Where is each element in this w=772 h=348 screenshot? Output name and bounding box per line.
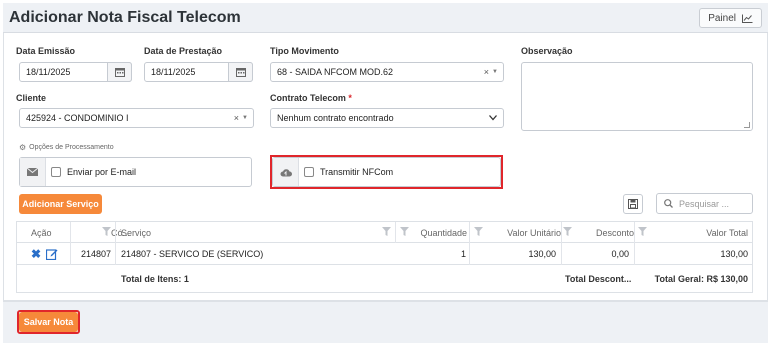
filter-icon[interactable] (382, 227, 391, 236)
data-prestacao-input[interactable]: 18/11/2025 (144, 62, 253, 82)
total-desconto: Total Descont... (565, 273, 632, 284)
grid-header: Ação Có... Serviço Quantidade Valor Unit… (17, 222, 752, 243)
options-title: ⚙ Opções de Processamento (19, 143, 114, 152)
column-separator (469, 243, 470, 265)
export-button[interactable] (623, 194, 643, 214)
edit-icon[interactable] (46, 248, 58, 260)
enviar-email-checkbox[interactable] (51, 167, 61, 177)
title-bar: Adicionar Nota Fiscal Telecom Painel (3, 3, 768, 33)
filter-icon[interactable] (474, 227, 483, 236)
data-prestacao-value: 18/11/2025 (151, 67, 196, 77)
contrato-label: Contrato Telecom * (270, 93, 352, 103)
tipo-movimento-label: Tipo Movimento (270, 46, 339, 56)
contrato-label-text: Contrato Telecom (270, 93, 346, 103)
column-valor-total[interactable]: Valor Total (706, 222, 748, 243)
envelope-icon (20, 158, 46, 186)
calendar-icon[interactable] (107, 62, 132, 82)
contrato-select[interactable]: Nenhum contrato encontrado (270, 108, 504, 128)
save-highlight (17, 310, 80, 334)
calendar-icon[interactable] (228, 62, 253, 82)
chevron-down-icon: ▼ (492, 69, 498, 75)
column-separator (561, 222, 562, 243)
total-geral: Total Geral: R$ 130,00 (654, 273, 748, 284)
cliente-label: Cliente (16, 93, 47, 103)
chevron-down-icon: ▼ (242, 115, 248, 121)
filter-icon[interactable] (400, 227, 409, 236)
column-separator (70, 243, 71, 265)
clear-icon[interactable]: × (484, 67, 489, 77)
column-separator (395, 222, 396, 243)
data-emissao-label: Data Emissão (16, 46, 76, 56)
add-service-button[interactable]: Adicionar Serviço (19, 194, 102, 214)
cell-servico: 214807 - SERVICO DE (SERVICO) (121, 249, 264, 259)
chevron-down-icon (489, 115, 497, 121)
column-separator (70, 222, 71, 243)
column-valor-unitario[interactable]: Valor Unitário (507, 222, 561, 243)
data-emissao-input[interactable]: 18/11/2025 (19, 62, 132, 82)
table-row[interactable]: ✖ 214807 214807 - SERVICO DE (SERVICO) 1… (17, 243, 752, 265)
column-desconto[interactable]: Desconto (596, 222, 634, 243)
line-chart-icon (742, 14, 753, 23)
painel-button[interactable]: Painel (699, 8, 762, 28)
page-title: Adicionar Nota Fiscal Telecom (9, 9, 241, 26)
cliente-select[interactable]: 425924 - CONDOMINIO I × ▼ (19, 108, 254, 128)
options-title-text: Opções de Processamento (29, 144, 114, 151)
footer-bar: Salvar Nota (3, 301, 768, 343)
tipo-movimento-value: 68 - SAIDA NFCOM MOD.62 (277, 67, 394, 77)
gear-icon: ⚙ (19, 143, 27, 152)
enviar-email-option[interactable]: Enviar por E-mail (19, 157, 252, 187)
observacao-textarea[interactable] (521, 62, 753, 131)
column-separator (561, 243, 562, 265)
search-placeholder: Pesquisar ... (679, 198, 730, 209)
cliente-value: 425924 - CONDOMINIO I (26, 113, 129, 123)
data-prestacao-label: Data de Prestação (144, 46, 223, 56)
filter-icon[interactable] (563, 227, 572, 236)
cell-quantidade: 1 (460, 249, 466, 259)
cell-valor-unitario: 130,00 (528, 249, 556, 259)
form-content: Data Emissão 18/11/2025 Data de Prestaçã… (3, 33, 768, 301)
resize-grip-icon[interactable] (744, 122, 750, 128)
data-emissao-value: 18/11/2025 (26, 67, 71, 77)
search-input[interactable]: Pesquisar ... (656, 193, 753, 214)
column-separator (634, 222, 635, 243)
observacao-label: Observação (521, 46, 573, 56)
search-icon (664, 199, 673, 208)
column-separator (469, 222, 470, 243)
column-separator (634, 243, 635, 265)
column-servico[interactable]: Serviço (121, 222, 151, 243)
painel-label: Painel (708, 12, 736, 24)
tipo-movimento-select[interactable]: 68 - SAIDA NFCOM MOD.62 × ▼ (270, 62, 504, 82)
cell-desconto: 0,00 (611, 249, 629, 259)
column-separator (115, 222, 116, 243)
total-itens: Total de Itens: 1 (121, 273, 189, 284)
cell-valor-total: 130,00 (720, 249, 748, 259)
page: Adicionar Nota Fiscal Telecom Painel Dat… (0, 0, 772, 348)
column-acao[interactable]: Ação (31, 222, 52, 243)
column-separator (115, 243, 116, 265)
column-quantidade[interactable]: Quantidade (420, 222, 467, 243)
filter-icon[interactable] (638, 227, 647, 236)
enviar-email-label: Enviar por E-mail (67, 167, 137, 177)
services-grid: Ação Có... Serviço Quantidade Valor Unit… (16, 221, 753, 293)
delete-icon[interactable]: ✖ (31, 247, 41, 261)
required-mark: * (348, 93, 352, 103)
filter-icon[interactable] (102, 227, 111, 236)
grid-footer: Total de Itens: 1 Total Descont... Total… (17, 265, 752, 292)
save-icon (628, 199, 638, 209)
cell-codigo: 214807 (81, 249, 112, 259)
transmitir-highlight (270, 155, 503, 189)
contrato-value: Nenhum contrato encontrado (277, 113, 394, 123)
clear-icon[interactable]: × (234, 113, 239, 123)
